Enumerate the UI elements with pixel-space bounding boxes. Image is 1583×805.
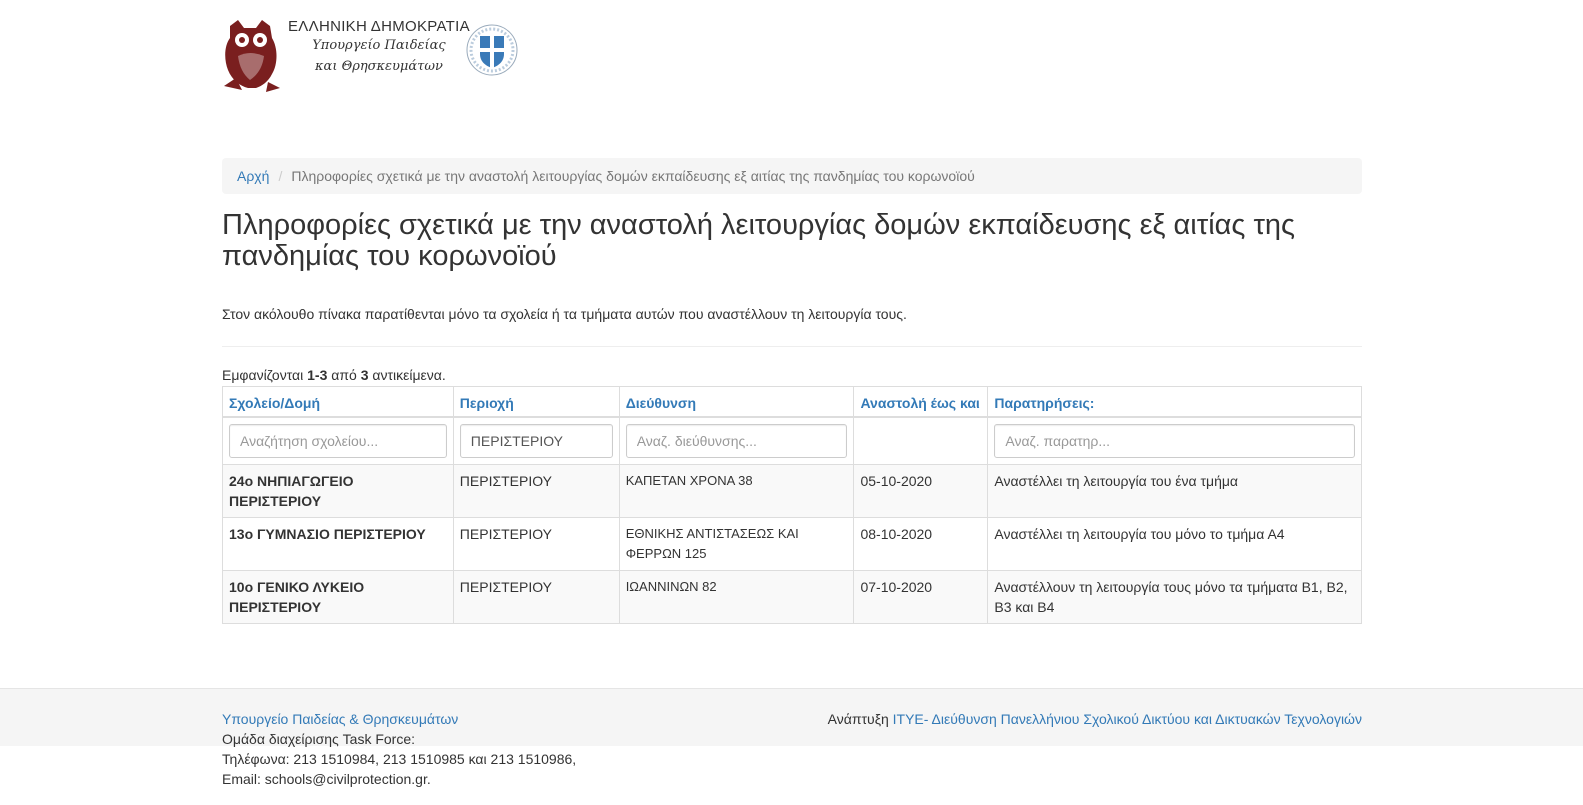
sort-area-link[interactable]: Περιοχή — [460, 395, 514, 411]
area-filter-input[interactable] — [459, 424, 613, 458]
summary-range: 1-3 — [307, 367, 328, 383]
site-header: ΕΛΛΗΝΙΚΗ ΔΗΜΟΚΡΑΤΙΑ Υπουργείο Παιδείας κ… — [222, 16, 1362, 96]
filter-cell-until — [853, 416, 989, 465]
page-title-line2: πανδημίας του κορωνοϊού — [222, 240, 557, 272]
ministry-line1: Υπουργείο Παιδείας — [312, 38, 446, 53]
footer-ministry-link[interactable]: Υπουργείο Παιδείας & Θρησκευμάτων — [222, 711, 458, 727]
table-row: 10ο ΓΕΝΙΚΟ ΛΥΚΕΙΟ ΠΕΡΙΣΤΕΡΙΟΥ ΠΕΡΙΣΤΕΡΙΟ… — [222, 570, 1362, 624]
notes-search-input[interactable] — [994, 424, 1355, 458]
schools-grid: Σχολείο/Δομή Περιοχή Διεύθυνση Αναστολή … — [222, 386, 1362, 624]
breadcrumb-current: Πληροφορίες σχετικά με την αναστολή λειτ… — [291, 168, 975, 184]
col-header-school: Σχολείο/Δομή — [222, 386, 454, 418]
cell-school: 13ο ΓΥΜΝΑΣΙΟ ΠΕΡΙΣΤΕΡΙΟΥ — [222, 517, 454, 571]
sort-until-link[interactable]: Αναστολή έως και — [860, 395, 979, 411]
summary-suffix: αντικείμενα. — [368, 367, 446, 383]
cell-area: ΠΕΡΙΣΤΕΡΙΟΥ — [452, 570, 620, 624]
col-header-notes: Παρατηρήσεις: — [987, 386, 1362, 418]
footer-developer: Ανάπτυξη ΙΤΥΕ- Διεύθυνση Πανελλήνιου Σχο… — [828, 709, 1362, 729]
filter-cell-address — [618, 416, 855, 465]
results-summary: Εμφανίζονται 1-3 από 3 αντικείμενα. — [222, 367, 1362, 383]
cell-notes: Αναστέλλει τη λειτουργία του μόνο το τμή… — [987, 517, 1362, 571]
filter-row — [222, 416, 1362, 465]
summary-prefix: Εμφανίζονται — [222, 367, 308, 383]
col-header-area: Περιοχή — [452, 386, 620, 418]
cell-address: ΙΩΑΝΝΙΝΩΝ 82 — [618, 570, 855, 624]
filter-cell-school — [222, 416, 454, 465]
cell-address: ΚΑΠΕΤΑΝ ΧΡΟΝΑ 38 — [618, 464, 855, 518]
cell-school: 10ο ΓΕΝΙΚΟ ΛΥΚΕΙΟ ΠΕΡΙΣΤΕΡΙΟΥ — [222, 570, 454, 624]
cell-notes: Αναστέλλει τη λειτουργία του ένα τμήμα — [987, 464, 1362, 518]
summary-total: 3 — [360, 367, 369, 383]
breadcrumb-home-link[interactable]: Αρχή — [237, 168, 269, 184]
breadcrumb-separator: / — [278, 168, 283, 184]
sort-address-link[interactable]: Διεύθυνση — [626, 395, 696, 411]
sort-notes-link[interactable]: Παρατηρήσεις: — [994, 395, 1094, 411]
ministry-name: ΕΛΛΗΝΙΚΗ ΔΗΜΟΚΡΑΤΙΑ Υπουργείο Παιδείας κ… — [288, 18, 470, 77]
sort-school-link[interactable]: Σχολείο/Δομή — [229, 395, 320, 411]
summary-mid: από — [327, 367, 361, 383]
footer-phones: Τηλέφωνα: 213 1510984, 213 1510985 και 2… — [222, 751, 577, 767]
cell-notes: Αναστέλλουν τη λειτουργία τους μόνο τα τ… — [987, 570, 1362, 624]
col-header-until: Αναστολή έως και — [853, 386, 989, 418]
footer-content: Υπουργείο Παιδείας & Θρησκευμάτων Ομάδα … — [222, 709, 1362, 789]
footer-dev-dept-link[interactable]: - Διεύθυνση Πανελλήνιου Σχολικού Δικτύου… — [924, 711, 1362, 727]
col-header-address: Διεύθυνση — [618, 386, 855, 418]
table-row: 24ο ΝΗΠΙΑΓΩΓΕΙΟ ΠΕΡΙΣΤΕΡΙΟΥ ΠΕΡΙΣΤΕΡΙΟΥ … — [222, 464, 1362, 518]
cell-until: 05-10-2020 — [853, 464, 989, 518]
schools-table: Σχολείο/Δομή Περιοχή Διεύθυνση Αναστολή … — [222, 386, 1362, 624]
cell-address: ΕΘΝΙΚΗΣ ΑΝΤΙΣΤΑΣΕΩΣ ΚΑΙ ΦΕΡΡΩΝ 125 — [618, 517, 855, 571]
footer-email: Email: schools@civilprotection.gr. — [222, 771, 431, 787]
ministry-title: ΕΛΛΗΝΙΚΗ ΔΗΜΟΚΡΑΤΙΑ — [288, 18, 470, 35]
greek-emblem-icon — [466, 24, 518, 76]
footer-dev-org-link[interactable]: ΙΤΥΕ — [893, 711, 924, 727]
site-footer: Υπουργείο Παιδείας & Θρησκευμάτων Ομάδα … — [0, 688, 1583, 805]
filter-cell-notes — [987, 416, 1362, 465]
cell-area: ΠΕΡΙΣΤΕΡΙΟΥ — [452, 517, 620, 571]
ministry-line2: και Θρησκευμάτων — [315, 59, 443, 74]
cell-area: ΠΕΡΙΣΤΕΡΙΟΥ — [452, 464, 620, 518]
ministry-logo[interactable]: ΕΛΛΗΝΙΚΗ ΔΗΜΟΚΡΑΤΙΑ Υπουργείο Παιδείας κ… — [222, 16, 522, 96]
page-title-line1: Πληροφορίες σχετικά με την αναστολή λειτ… — [222, 209, 1295, 241]
table-row: 13ο ΓΥΜΝΑΣΙΟ ΠΕΡΙΣΤΕΡΙΟΥ ΠΕΡΙΣΤΕΡΙΟΥ ΕΘΝ… — [222, 517, 1362, 571]
school-search-input[interactable] — [229, 424, 447, 458]
table-header-row: Σχολείο/Δομή Περιοχή Διεύθυνση Αναστολή … — [222, 386, 1362, 418]
address-search-input[interactable] — [625, 424, 848, 458]
owl-icon — [224, 20, 280, 92]
divider — [222, 346, 1362, 347]
cell-school: 24ο ΝΗΠΙΑΓΩΓΕΙΟ ΠΕΡΙΣΤΕΡΙΟΥ — [222, 464, 454, 518]
footer-dev-prefix: Ανάπτυξη — [827, 711, 893, 727]
filter-cell-area — [452, 416, 620, 465]
footer-team: Ομάδα διαχείρισης Task Force: — [222, 731, 416, 747]
intro-text: Στον ακόλουθο πίνακα παρατίθενται μόνο τ… — [222, 306, 907, 322]
page-title: Πληροφορίες σχετικά με την αναστολή λειτ… — [222, 210, 1362, 272]
cell-until: 07-10-2020 — [853, 570, 989, 624]
cell-until: 08-10-2020 — [853, 517, 989, 571]
breadcrumb: Αρχή / Πληροφορίες σχετικά με την αναστο… — [222, 158, 1362, 194]
